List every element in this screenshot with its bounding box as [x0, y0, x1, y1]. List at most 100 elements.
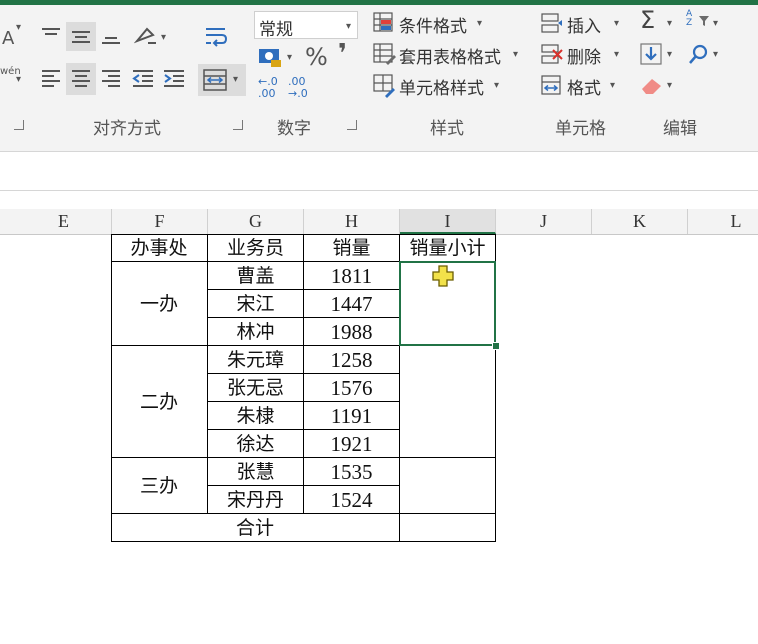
- header-sales[interactable]: 销量: [304, 234, 400, 262]
- column-header-g[interactable]: G: [208, 209, 304, 234]
- subtotal-cell-3[interactable]: [400, 458, 496, 514]
- salesperson-cell[interactable]: 林冲: [208, 318, 304, 346]
- align-middle-icon[interactable]: [70, 25, 92, 47]
- insert-cells-button[interactable]: 插入: [567, 12, 601, 37]
- column-header-l[interactable]: L: [688, 209, 758, 234]
- total-value-cell[interactable]: [400, 514, 496, 542]
- subtotal-cell-2[interactable]: [400, 346, 496, 458]
- sales-cell[interactable]: 1988: [304, 318, 400, 346]
- sales-cell[interactable]: 1191: [304, 402, 400, 430]
- wrap-text-icon[interactable]: [203, 24, 229, 50]
- merge-dropdown-caret[interactable]: ▾: [233, 74, 238, 85]
- cell-styles-button[interactable]: 单元格样式: [399, 74, 484, 99]
- align-left-icon[interactable]: [40, 68, 62, 90]
- header-office[interactable]: 办事处: [111, 234, 208, 262]
- salesperson-cell[interactable]: 朱棣: [208, 402, 304, 430]
- autosum-caret[interactable]: ▾: [667, 18, 672, 29]
- align-bottom-icon[interactable]: [100, 25, 122, 47]
- office-cell-3[interactable]: 三办: [111, 458, 208, 514]
- format-cells-icon[interactable]: [540, 74, 564, 96]
- find-select-icon[interactable]: [688, 43, 710, 65]
- clear-caret[interactable]: ▾: [667, 80, 672, 91]
- increase-decimal-icon[interactable]: ←.0 .00: [258, 76, 288, 100]
- group-label-styles: 样式: [430, 119, 464, 139]
- clear-eraser-icon[interactable]: [640, 74, 664, 96]
- header-subtotal[interactable]: 销量小计: [400, 234, 496, 262]
- column-header-j[interactable]: J: [496, 209, 592, 234]
- increase-indent-icon[interactable]: [162, 68, 186, 90]
- align-top-icon[interactable]: [40, 25, 62, 47]
- format-cells-caret[interactable]: ▾: [610, 80, 615, 91]
- conditional-format-icon[interactable]: [373, 12, 395, 34]
- font-color-caret[interactable]: ▾: [16, 22, 21, 33]
- find-select-caret[interactable]: ▾: [713, 49, 718, 60]
- office-cell-2[interactable]: 二办: [111, 346, 208, 458]
- column-header-k[interactable]: K: [592, 209, 688, 234]
- fill-down-icon[interactable]: [640, 43, 664, 67]
- cell-styles-caret[interactable]: ▾: [494, 80, 499, 91]
- salesperson-cell[interactable]: 宋丹丹: [208, 486, 304, 514]
- column-header-e[interactable]: E: [16, 209, 112, 234]
- formula-bar-area[interactable]: [0, 152, 758, 192]
- column-header-i[interactable]: I: [400, 209, 496, 234]
- sort-filter-caret[interactable]: ▾: [713, 18, 718, 29]
- format-as-table-button[interactable]: 套用表格格式: [399, 43, 501, 68]
- decrease-indent-icon[interactable]: [131, 68, 155, 90]
- format-as-table-icon[interactable]: [373, 43, 397, 65]
- cell-select-cross-cursor-icon: [432, 265, 454, 287]
- sales-cell[interactable]: 1535: [304, 458, 400, 486]
- column-header-f[interactable]: F: [112, 209, 208, 234]
- salesperson-cell[interactable]: 曹盖: [208, 262, 304, 290]
- total-label-cell[interactable]: 合计: [111, 514, 400, 542]
- salesperson-cell[interactable]: 徐达: [208, 430, 304, 458]
- fill-handle[interactable]: [492, 342, 500, 350]
- conditional-format-caret[interactable]: ▾: [477, 18, 482, 29]
- orientation-icon[interactable]: [134, 24, 160, 48]
- group-label-editing: 编辑: [663, 119, 697, 139]
- number-format-select[interactable]: 常规 ▾: [254, 11, 358, 40]
- orientation-caret[interactable]: ▾: [161, 32, 166, 43]
- group-label-number: 数字: [277, 119, 311, 139]
- sales-cell[interactable]: 1524: [304, 486, 400, 514]
- number-format-value: 常规: [259, 20, 293, 40]
- merge-center-icon[interactable]: [202, 68, 228, 92]
- font-dialog-launcher-icon[interactable]: [14, 120, 24, 130]
- number-dialog-launcher-icon[interactable]: [347, 120, 357, 130]
- delete-cells-icon[interactable]: [540, 43, 564, 65]
- delete-cells-button[interactable]: 删除: [567, 43, 601, 68]
- percent-style-icon[interactable]: %: [305, 43, 328, 71]
- sales-cell[interactable]: 1258: [304, 346, 400, 374]
- office-cell-1[interactable]: 一办: [111, 262, 208, 346]
- font-size-grow-icon[interactable]: A: [2, 28, 14, 49]
- fill-caret[interactable]: ▾: [667, 49, 672, 60]
- autosum-icon[interactable]: Σ: [640, 6, 655, 34]
- comma-style-icon[interactable]: ❜: [338, 39, 347, 69]
- decrease-decimal-icon[interactable]: .00 →.0: [288, 76, 322, 100]
- sales-cell[interactable]: 1921: [304, 430, 400, 458]
- phonetic-dropdown-caret[interactable]: ▾: [16, 74, 21, 85]
- formula-bar-divider: [0, 190, 758, 191]
- cell-styles-icon[interactable]: [373, 74, 397, 98]
- format-cells-button[interactable]: 格式: [567, 74, 601, 99]
- delete-cells-caret[interactable]: ▾: [614, 49, 619, 60]
- header-salesperson[interactable]: 业务员: [208, 234, 304, 262]
- alignment-dialog-launcher-icon[interactable]: [233, 120, 243, 130]
- align-center-icon[interactable]: [70, 68, 92, 90]
- align-right-icon[interactable]: [100, 68, 122, 90]
- sales-cell[interactable]: 1447: [304, 290, 400, 318]
- filter-funnel-icon[interactable]: [698, 15, 710, 27]
- salesperson-cell[interactable]: 宋江: [208, 290, 304, 318]
- insert-cells-icon[interactable]: [540, 12, 564, 34]
- accounting-format-icon[interactable]: [257, 45, 283, 69]
- sales-cell[interactable]: 1811: [304, 262, 400, 290]
- number-format-caret: ▾: [346, 21, 352, 32]
- salesperson-cell[interactable]: 张无忌: [208, 374, 304, 402]
- sales-cell[interactable]: 1576: [304, 374, 400, 402]
- insert-cells-caret[interactable]: ▾: [614, 18, 619, 29]
- salesperson-cell[interactable]: 张慧: [208, 458, 304, 486]
- conditional-format-button[interactable]: 条件格式: [399, 12, 467, 37]
- format-as-table-caret[interactable]: ▾: [513, 49, 518, 60]
- salesperson-cell[interactable]: 朱元璋: [208, 346, 304, 374]
- accounting-caret[interactable]: ▾: [287, 52, 292, 63]
- column-header-h[interactable]: H: [304, 209, 400, 234]
